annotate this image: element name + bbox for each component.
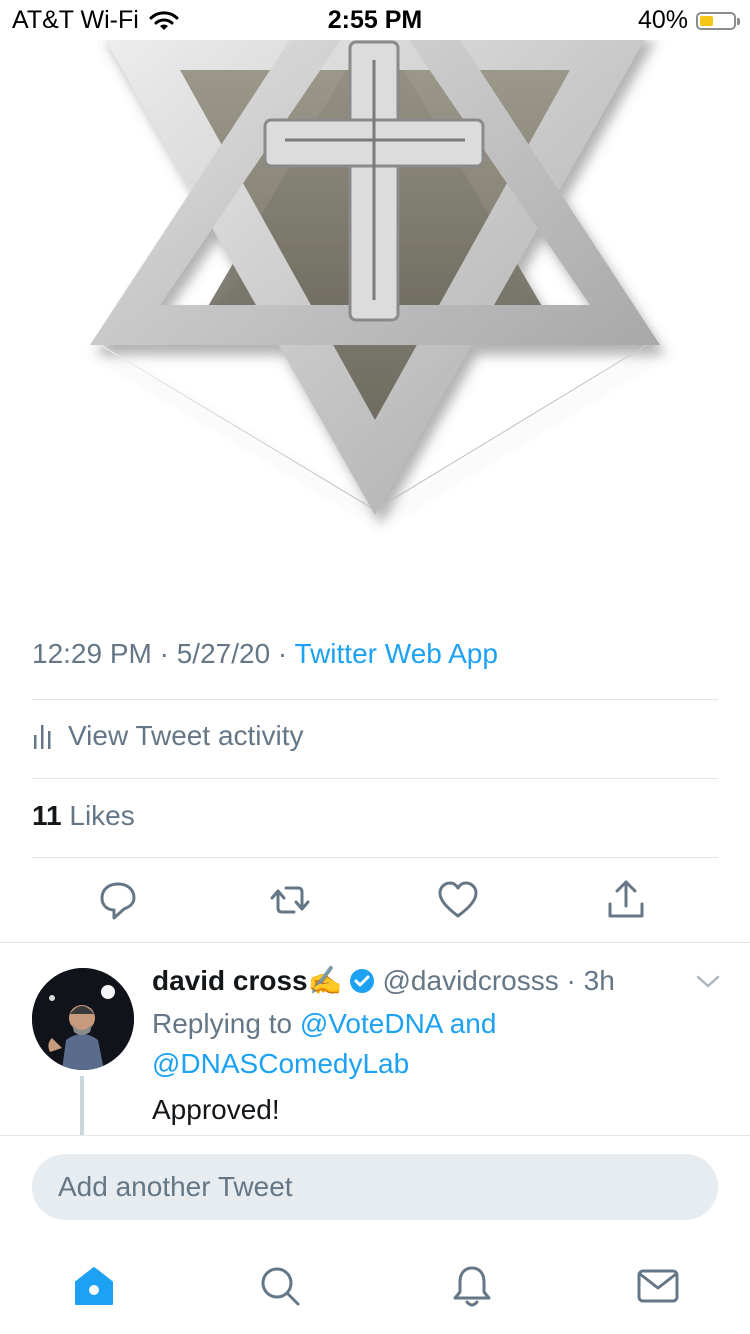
like-icon[interactable] [436,878,480,922]
compose-area: Add another Tweet [0,1136,750,1334]
analytics-icon [34,725,51,749]
reply-tweet[interactable]: david cross✍️ @davidcrosss · 3h Replying… [0,944,750,1136]
reply-author-name[interactable]: david cross✍️ [152,964,343,997]
likes-label: Likes [61,800,135,831]
view-tweet-activity-button[interactable]: View Tweet activity [32,720,304,752]
view-tweet-activity-label: View Tweet activity [68,720,304,751]
messages-icon[interactable] [634,1262,682,1310]
tweet-source-link[interactable]: Twitter Web App [295,638,498,669]
likes-count-link[interactable]: 11 Likes [32,800,135,832]
battery-percent: 40% [637,6,688,34]
verified-badge-icon [349,968,374,993]
retweet-icon[interactable] [268,878,312,922]
tweet-detail-screen: AT&T Wi-Fi 2:55 PM 40% 12:29 PM · 5/27/2… [0,0,750,1334]
notifications-icon[interactable] [448,1262,496,1310]
tab-bar [0,1262,750,1318]
divider [32,857,718,858]
chevron-down-icon[interactable] [696,974,720,990]
tweet-timestamp-line: 12:29 PM · 5/27/20 · Twitter Web App [32,638,498,670]
add-another-tweet-input[interactable]: Add another Tweet [32,1154,718,1220]
avatar[interactable] [32,968,134,1070]
reply-icon[interactable] [96,878,140,922]
reply-author-handle: @davidcrosss · 3h [382,964,615,996]
divider [32,778,718,779]
mention-link[interactable]: @VoteDNA [300,1008,442,1039]
tweet-media-image[interactable] [0,40,750,600]
replying-to-prefix: Replying to [152,1008,300,1039]
divider [0,942,750,943]
home-icon[interactable] [70,1262,118,1310]
search-icon[interactable] [256,1262,304,1310]
tweet-action-bar [0,878,750,926]
tweet-timestamp: 12:29 PM · 5/27/20 · [32,638,295,669]
divider [32,699,718,700]
star-of-david-cross-image [90,40,660,515]
battery-level-fill [700,15,713,26]
replying-to-context: Replying to @VoteDNA and @DNASComedyLab [152,1004,592,1084]
share-icon[interactable] [604,878,648,922]
battery-icon [696,11,740,30]
mention-link[interactable]: @DNASComedyLab [152,1048,409,1079]
reply-tweet-text: Approved! [152,1094,280,1125]
replying-to-and: and [441,1008,497,1039]
avatar-photo [32,968,134,1070]
likes-count: 11 [32,800,62,831]
status-bar: AT&T Wi-Fi 2:55 PM 40% [0,0,750,40]
reply-header: david cross✍️ @davidcrosss · 3h [152,964,615,997]
thread-line [80,1076,84,1136]
status-right: 40% [637,6,740,35]
